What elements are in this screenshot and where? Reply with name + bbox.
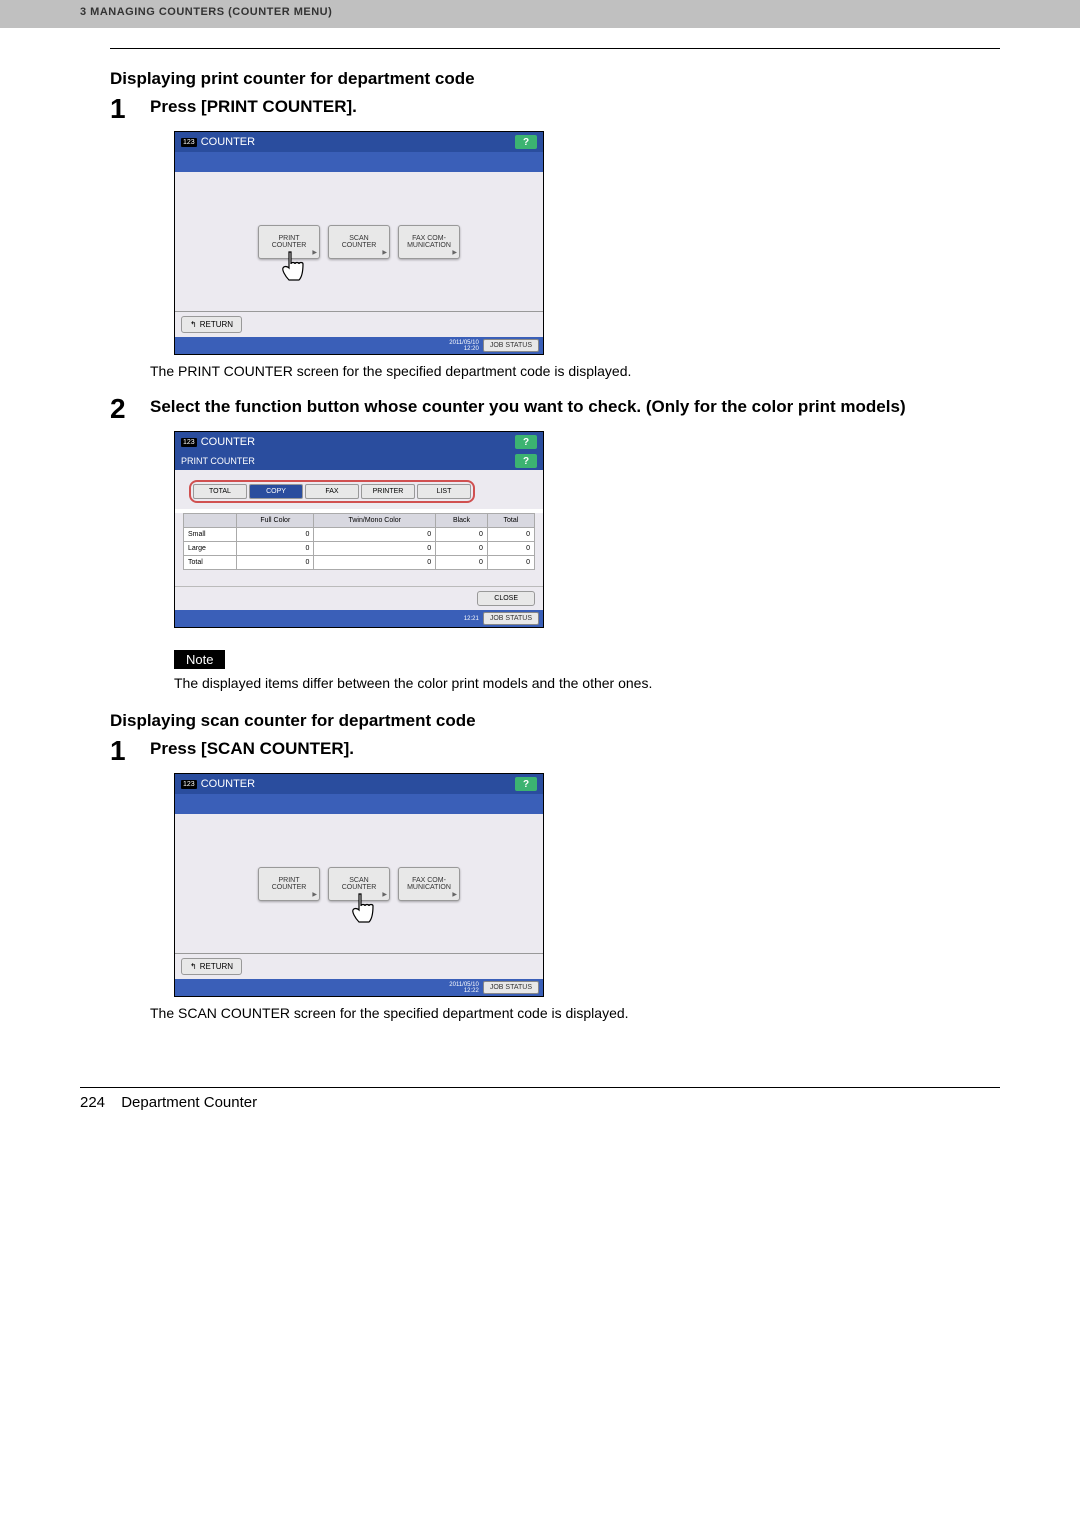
tab-fax[interactable]: FAX: [305, 484, 359, 499]
chevron-right-icon: ▶: [382, 891, 387, 898]
close-button[interactable]: CLOSE: [477, 591, 535, 606]
tab-list[interactable]: LIST: [417, 484, 471, 499]
tab-copy[interactable]: COPY: [249, 484, 303, 499]
step1: 1 Press [PRINT COUNTER].: [110, 95, 1000, 123]
sec2-step1-caption: The SCAN COUNTER screen for the specifie…: [150, 1005, 1000, 1021]
help-button-2[interactable]: ?: [515, 454, 537, 468]
help-button[interactable]: ?: [515, 777, 537, 791]
chevron-right-icon: ▶: [452, 249, 457, 256]
col-fullcolor: Full Color: [237, 514, 314, 528]
status-bar: 2011/05/10 12:22 JOB STATUS: [175, 979, 543, 996]
page-footer: 224 Department Counter: [80, 1087, 1000, 1111]
chevron-right-icon: ▶: [312, 249, 317, 256]
step1-text: Press [PRINT COUNTER].: [150, 95, 357, 117]
sec2-step1-number: 1: [110, 737, 150, 765]
job-status-button[interactable]: JOB STATUS: [483, 339, 539, 352]
return-button[interactable]: ↰ RETURN: [181, 958, 242, 975]
body-area: PRINT COUNTER ▶ SCAN COUNTER ▶ FAX COM- …: [175, 172, 543, 312]
tab-total[interactable]: TOTAL: [193, 484, 247, 499]
bottom-bar: ↰ RETURN: [175, 312, 543, 337]
footer-title: Department Counter: [121, 1094, 257, 1111]
print-counter-button[interactable]: PRINT COUNTER ▶: [258, 867, 320, 901]
tap-icon: [277, 250, 309, 286]
step2: 2 Select the function button whose count…: [110, 395, 1000, 423]
counter-icon: 123: [181, 438, 197, 447]
sub-title-text: PRINT COUNTER: [181, 456, 255, 466]
titlebar: 123 COUNTER ?: [175, 432, 543, 452]
step1-number: 1: [110, 95, 150, 123]
rule-top: [110, 48, 1000, 49]
help-button[interactable]: ?: [515, 435, 537, 449]
chevron-right-icon: ▶: [312, 891, 317, 898]
col-black: Black: [436, 514, 488, 528]
step2-number: 2: [110, 395, 150, 423]
col-total: Total: [487, 514, 534, 528]
screenshot-counter-scan: 123 COUNTER ? PRINT COUNTER ▶ SCAN COUNT…: [174, 773, 544, 997]
status-bar: 2011/05/10 12:20 JOB STATUS: [175, 337, 543, 354]
subbar: [175, 152, 543, 172]
chapter-header: 3 MANAGING COUNTERS (COUNTER MENU): [0, 0, 1080, 28]
chevron-right-icon: ▶: [452, 891, 457, 898]
scan-counter-button[interactable]: SCAN COUNTER ▶: [328, 867, 390, 901]
timestamp: 2011/05/10 12:20: [449, 340, 479, 352]
sub-titlebar: PRINT COUNTER ?: [175, 452, 543, 470]
title-text: COUNTER: [201, 436, 255, 448]
screenshot-counter-print: 123 COUNTER ? PRINT COUNTER ▶ SCAN COUNT…: [174, 131, 544, 355]
status-bar: 12:21 JOB STATUS: [175, 610, 543, 627]
return-arrow-icon: ↰: [190, 962, 197, 971]
titlebar: 123 COUNTER ?: [175, 132, 543, 152]
col-twinmono: Twin/Mono Color: [314, 514, 436, 528]
titlebar: 123 COUNTER ?: [175, 774, 543, 794]
body-area: PRINT COUNTER ▶ SCAN COUNTER ▶ FAX COM- …: [175, 814, 543, 954]
screenshot-print-counter: 123 COUNTER ? PRINT COUNTER ? TOTAL COPY…: [174, 431, 544, 628]
table-wrap: Full Color Twin/Mono Color Black Total S…: [175, 513, 543, 586]
return-arrow-icon: ↰: [190, 320, 197, 329]
chevron-right-icon: ▶: [382, 249, 387, 256]
note-text: The displayed items differ between the c…: [174, 675, 1000, 691]
fax-com-button[interactable]: FAX COM- MUNICATION ▶: [398, 225, 460, 259]
tab-printer[interactable]: PRINTER: [361, 484, 415, 499]
job-status-button[interactable]: JOB STATUS: [483, 612, 539, 625]
chapter-header-text: 3 MANAGING COUNTERS (COUNTER MENU): [80, 6, 332, 18]
table-row: Large 0 0 0 0: [184, 542, 535, 556]
note-badge: Note: [174, 650, 225, 669]
job-status-button[interactable]: JOB STATUS: [483, 981, 539, 994]
sec2-step1: 1 Press [SCAN COUNTER].: [110, 737, 1000, 765]
print-counter-button[interactable]: PRINT COUNTER ▶: [258, 225, 320, 259]
fax-com-button[interactable]: FAX COM- MUNICATION ▶: [398, 867, 460, 901]
page-number: 224: [80, 1094, 105, 1111]
step1-caption: The PRINT COUNTER screen for the specifi…: [150, 363, 1000, 379]
help-button[interactable]: ?: [515, 135, 537, 149]
counter-icon: 123: [181, 138, 197, 147]
col-blank: [184, 514, 237, 528]
timestamp: 12:21: [464, 616, 479, 622]
subbar: [175, 794, 543, 814]
counter-icon: 123: [181, 780, 197, 789]
scan-counter-button[interactable]: SCAN COUNTER ▶: [328, 225, 390, 259]
section1-title: Displaying print counter for department …: [110, 69, 1000, 89]
tap-icon: [347, 892, 379, 928]
counter-table: Full Color Twin/Mono Color Black Total S…: [183, 513, 535, 570]
table-row: Total 0 0 0 0: [184, 556, 535, 570]
step2-text: Select the function button whose counter…: [150, 395, 906, 417]
sec2-step1-text: Press [SCAN COUNTER].: [150, 737, 354, 759]
close-row: CLOSE: [175, 586, 543, 610]
section2-title: Displaying scan counter for department c…: [110, 711, 1000, 731]
title-text: COUNTER: [201, 778, 255, 790]
title-text: COUNTER: [201, 136, 255, 148]
bottom-bar: ↰ RETURN: [175, 954, 543, 979]
timestamp: 2011/05/10 12:22: [449, 982, 479, 994]
tabs-row: TOTAL COPY FAX PRINTER LIST: [175, 470, 543, 509]
table-row: Small 0 0 0 0: [184, 528, 535, 542]
tabs-highlight: TOTAL COPY FAX PRINTER LIST: [189, 480, 475, 503]
table-header-row: Full Color Twin/Mono Color Black Total: [184, 514, 535, 528]
return-button[interactable]: ↰ RETURN: [181, 316, 242, 333]
